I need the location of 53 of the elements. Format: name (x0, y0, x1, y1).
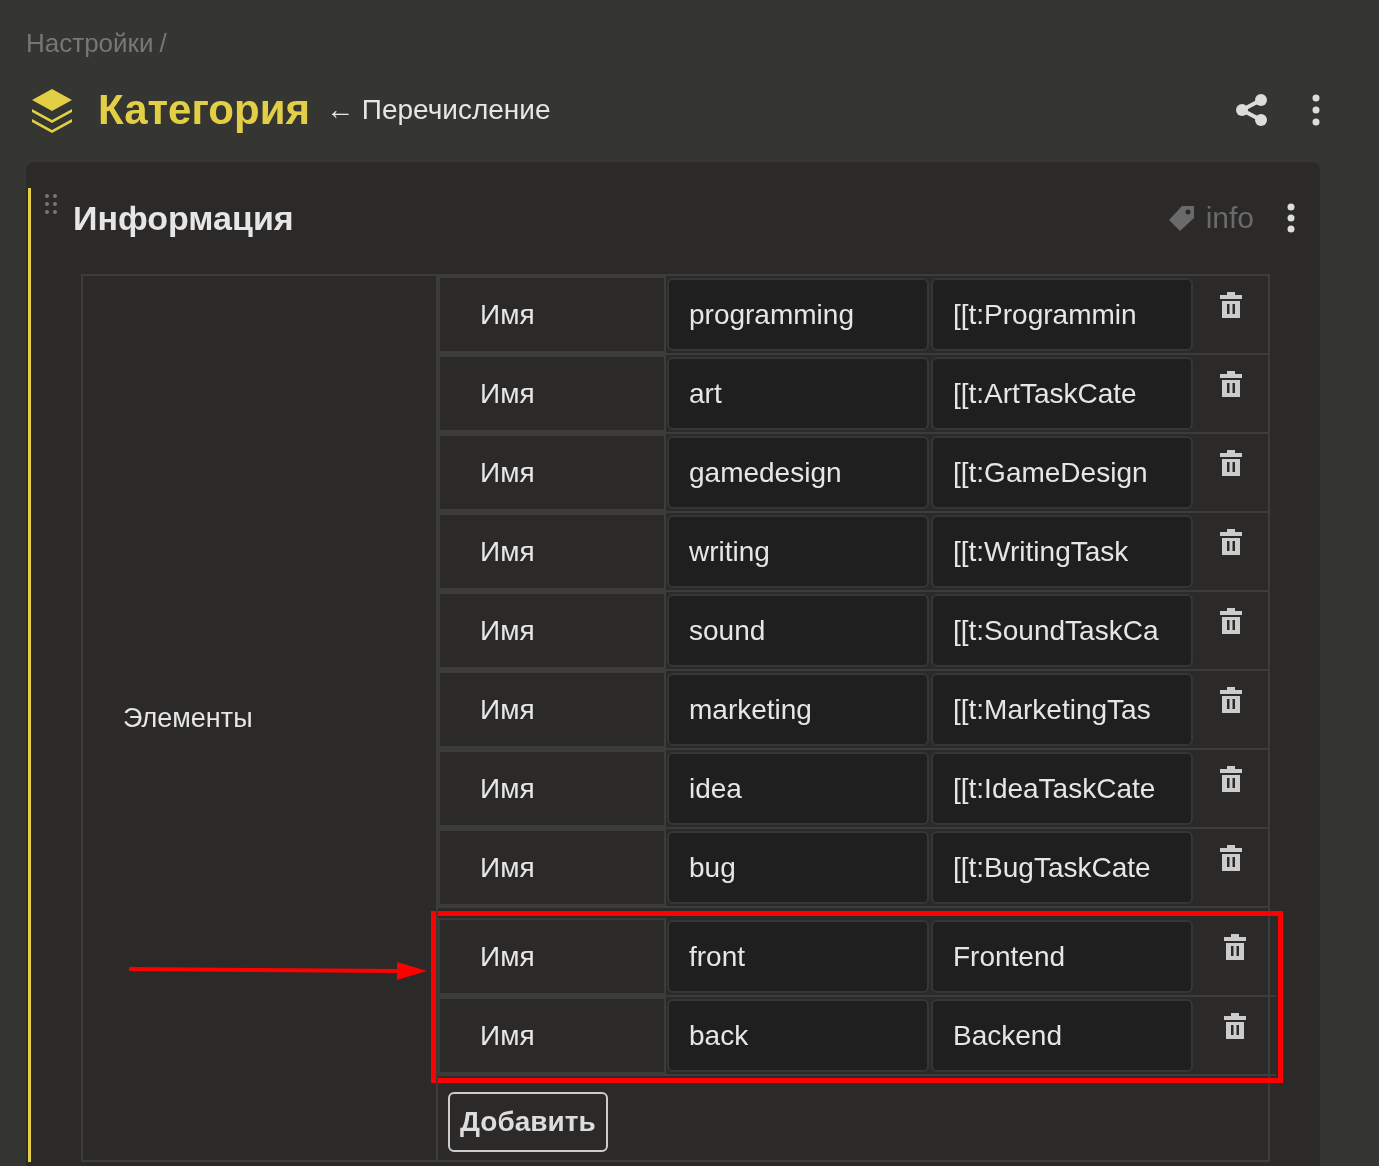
input-field[interactable]: [[t:SoundTaskCa (931, 594, 1193, 667)
trash-icon[interactable] (1224, 1013, 1246, 1039)
input-field[interactable]: [[t:IdeaTaskCate (931, 752, 1193, 825)
field-label: Элементы (123, 702, 253, 734)
share-icon[interactable] (1235, 93, 1269, 127)
more-icon[interactable] (1286, 203, 1296, 233)
input-field[interactable]: art (667, 357, 929, 430)
input-field[interactable]: back (667, 999, 929, 1072)
input-field[interactable]: Frontend (931, 920, 1193, 993)
input-field[interactable]: gamedesign (667, 436, 929, 509)
row-label: Имя (438, 829, 666, 906)
row-label: Имя (438, 513, 666, 590)
input-field[interactable]: idea (667, 752, 929, 825)
parent-link[interactable]: ← Перечисление (326, 94, 551, 126)
breadcrumb-separator: / (159, 28, 167, 59)
input-field[interactable]: [[t:MarketingTas (931, 673, 1193, 746)
input-field[interactable]: [[t:WritingTask (931, 515, 1193, 588)
row-label: Имя (438, 750, 666, 827)
trash-icon[interactable] (1220, 450, 1242, 476)
input-field[interactable]: [[t:ArtTaskCate (931, 357, 1193, 430)
input-field[interactable]: marketing (667, 673, 929, 746)
trash-icon[interactable] (1220, 608, 1242, 634)
tag-label: info (1205, 201, 1254, 235)
row-label: Имя (438, 434, 666, 511)
row-label: Имя (438, 918, 666, 995)
row-label: Имя (438, 592, 666, 669)
more-icon[interactable] (1311, 94, 1321, 126)
card-title: Информация (73, 198, 294, 238)
row-label: Имя (438, 997, 666, 1074)
tag-icon (1167, 204, 1196, 232)
input-field[interactable]: front (667, 920, 929, 993)
input-field[interactable]: sound (667, 594, 929, 667)
input-field[interactable]: programming (667, 278, 929, 351)
drag-handle-icon[interactable] (45, 194, 57, 214)
input-field[interactable]: bug (667, 831, 929, 904)
row-label: Имя (438, 671, 666, 748)
input-field[interactable]: writing (667, 515, 929, 588)
input-field[interactable]: [[t:BugTaskCate (931, 831, 1193, 904)
input-field[interactable]: Backend (931, 999, 1193, 1072)
trash-icon[interactable] (1220, 687, 1242, 713)
layers-icon (30, 87, 74, 133)
page-title: Категория (98, 86, 310, 134)
input-field[interactable]: [[t:Programmin (931, 278, 1193, 351)
trash-icon[interactable] (1220, 371, 1242, 397)
trash-icon[interactable] (1220, 529, 1242, 555)
trash-icon[interactable] (1220, 766, 1242, 792)
add-button[interactable]: Добавить (448, 1092, 608, 1152)
row-label: Имя (438, 276, 666, 353)
input-field[interactable]: [[t:GameDesign (931, 436, 1193, 509)
trash-icon[interactable] (1224, 934, 1246, 960)
row-label: Имя (438, 355, 666, 432)
trash-icon[interactable] (1220, 292, 1242, 318)
trash-icon[interactable] (1220, 845, 1242, 871)
